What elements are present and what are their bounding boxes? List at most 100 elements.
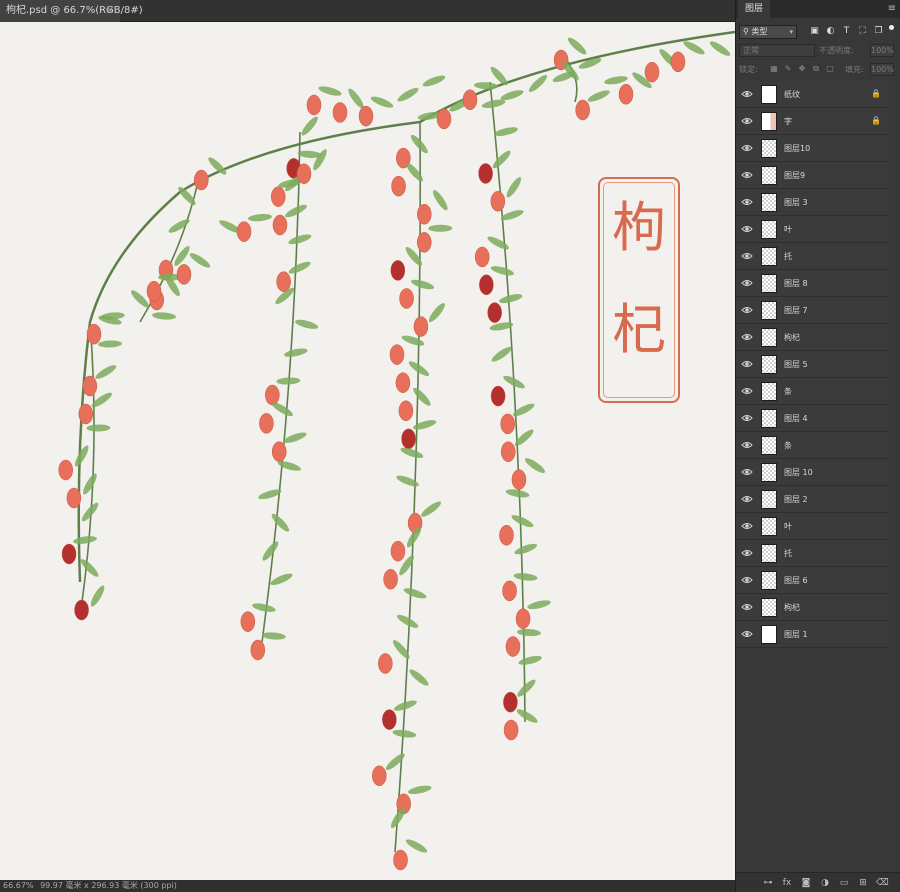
visibility-eye-icon[interactable] [741,88,753,100]
zoom-readout[interactable]: 66.67% [3,881,34,890]
mask-icon[interactable]: ◙ [800,877,812,889]
leaf [428,302,445,323]
visibility-eye-icon[interactable] [741,277,753,289]
goji-berry [575,99,590,121]
adjustment-filter-icon[interactable]: ◐ [825,26,836,37]
goji-berry [500,441,516,462]
smartobject-filter-icon[interactable]: ❐ [873,26,884,37]
tab-layers[interactable]: 图层 [738,0,770,18]
fill-field[interactable]: 100% [870,63,894,76]
visibility-eye-icon[interactable] [741,601,753,613]
lock-position-icon[interactable]: ✥ [797,64,807,74]
visibility-eye-icon[interactable] [741,250,753,262]
layer-row[interactable]: 图层9 [736,162,889,189]
leaf [500,210,524,221]
visibility-eye-icon[interactable] [741,412,753,424]
goji-berry [236,221,252,242]
folder-icon[interactable]: ▭ [838,877,850,889]
leaf [283,432,307,443]
lock-transparent-icon[interactable]: ▦ [769,64,779,74]
layer-row[interactable]: 叶 [736,513,889,540]
layer-row[interactable]: 图层 10 [736,459,889,486]
visibility-eye-icon[interactable] [741,628,753,640]
lock-all-icon[interactable]: ▢ [825,64,835,74]
opacity-field[interactable]: 100% [870,44,894,57]
document-size-readout[interactable]: 99.97 毫米 x 296.93 毫米 (300 ppi) [40,881,177,890]
layer-row[interactable]: 图层 3 [736,189,889,216]
visibility-eye-icon[interactable] [741,142,753,154]
layer-row[interactable]: 条 [736,378,889,405]
trash-icon[interactable]: ⌫ [876,877,889,889]
panel-menu-icon[interactable]: ≡ [888,3,896,14]
layer-row[interactable]: 枸杞 [736,594,889,621]
shape-filter-icon[interactable]: ⛶ [857,26,868,37]
visibility-eye-icon[interactable] [741,358,753,370]
goji-berry [332,102,348,123]
leaf [73,536,97,544]
link-icon[interactable]: ⊶ [762,877,774,889]
goji-berry [395,372,411,393]
visibility-eye-icon[interactable] [741,385,753,397]
image-filter-icon[interactable]: ▣ [809,26,820,37]
blend-mode-select[interactable]: 正常 [739,44,815,57]
visibility-eye-icon[interactable] [741,169,753,181]
lock-artboard-icon[interactable]: ⧉ [811,64,821,74]
goji-berry [82,375,98,397]
close-icon[interactable]: × [106,0,114,22]
layer-row[interactable]: 图层 7 [736,297,889,324]
layer-row[interactable]: 图层10 [736,135,889,162]
layer-row[interactable]: 图层 8 [736,270,889,297]
visibility-eye-icon[interactable] [741,223,753,235]
visibility-eye-icon[interactable] [741,331,753,343]
seal-char-bottom: 杞 [612,298,666,361]
layer-row[interactable]: 枸杞 [736,324,889,351]
layer-row[interactable]: 托 [736,243,889,270]
goji-berry [413,316,429,337]
layer-row[interactable]: 图层 2 [736,486,889,513]
adjustment-icon[interactable]: ◑ [819,877,831,889]
goji-berry [511,469,527,490]
goji-berry [499,524,514,546]
new-layer-icon[interactable]: ⊞ [857,877,869,889]
leaf [74,445,89,467]
lock-paint-icon[interactable]: ✎ [783,64,793,74]
layer-row[interactable]: 字 🔒 [736,108,889,135]
layer-row[interactable]: 托 [736,540,889,567]
document-canvas[interactable]: 枸 杞 [0,22,735,880]
visibility-eye-icon[interactable] [741,304,753,316]
layer-row[interactable]: 图层 6 [736,567,889,594]
visibility-eye-icon[interactable] [741,547,753,559]
fx-icon[interactable]: fx [781,877,793,889]
layer-row[interactable]: 叶 [736,216,889,243]
opacity-label: 不透明度: [819,46,854,55]
layer-row[interactable]: 图层 1 [736,621,889,648]
goji-berry [176,264,192,285]
layer-row[interactable]: 条 [736,432,889,459]
visibility-eye-icon[interactable] [741,439,753,451]
goji-berry [382,709,397,730]
type-filter-icon[interactable]: T [841,26,852,37]
visibility-eye-icon[interactable] [741,115,753,127]
leaf [83,473,97,495]
leaf [500,90,524,101]
layer-thumbnail [761,301,777,320]
visibility-eye-icon[interactable] [741,466,753,478]
layer-name: 枸杞 [784,603,800,612]
leaf [294,319,319,329]
leaf [396,614,419,628]
visibility-eye-icon[interactable] [741,493,753,505]
document-tab[interactable]: 枸杞.psd @ 66.7%(RGB/8#) × [0,0,143,22]
layer-list-scrollbar[interactable] [891,81,899,661]
filter-kind-select[interactable]: ⚲ 类型 ▾ [739,25,797,39]
visibility-eye-icon[interactable] [741,520,753,532]
layer-name: 图层 10 [784,468,813,477]
goji-berry [436,108,452,130]
visibility-eye-icon[interactable] [741,196,753,208]
layer-row[interactable]: 图层 5 [736,351,889,378]
filter-toggle-icon[interactable] [889,25,894,30]
visibility-eye-icon[interactable] [741,574,753,586]
lock-icon: 🔒 [871,116,881,125]
leaf [392,729,417,738]
layer-row[interactable]: 纸纹 🔒 [736,81,889,108]
layer-row[interactable]: 图层 4 [736,405,889,432]
